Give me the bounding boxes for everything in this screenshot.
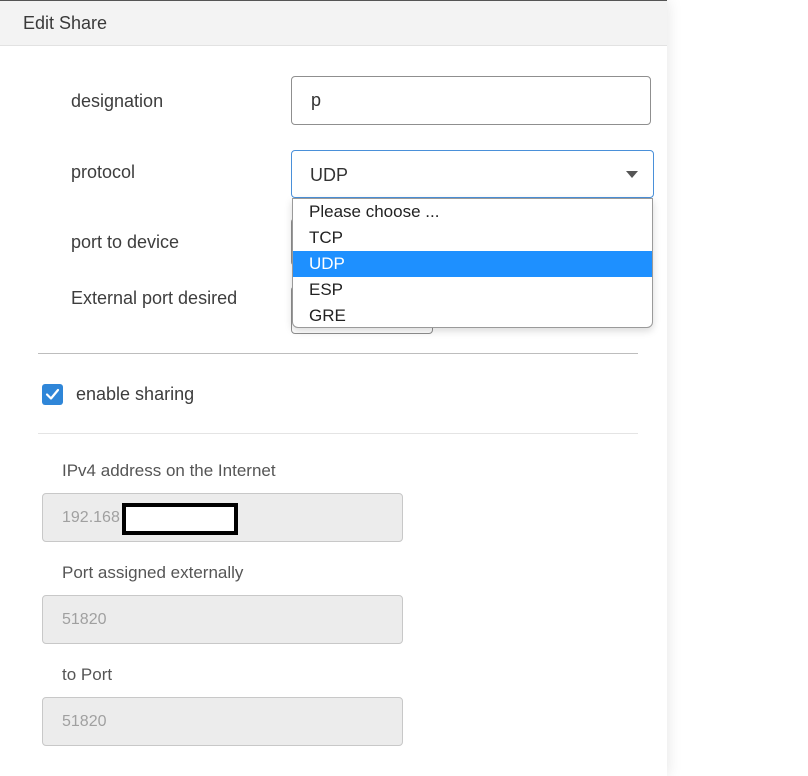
section-divider [38,353,638,354]
protocol-dropdown-list: Please choose ... TCP UDP ESP GRE [292,198,653,328]
designation-value: p [311,90,322,110]
designation-input[interactable]: p [291,76,651,125]
panel-title: Edit Share [23,13,108,33]
protocol-selected-value: UDP [310,165,349,185]
protocol-option-tcp[interactable]: TCP [293,225,652,251]
protocol-option-esp[interactable]: ESP [293,277,652,303]
protocol-option-please-choose[interactable]: Please choose ... [293,199,652,225]
to-port-field: 51820 [42,697,403,746]
to-port-label: to Port [62,665,113,684]
enable-sharing-label: enable sharing [76,384,195,404]
protocol-option-gre[interactable]: GRE [293,303,652,329]
external-port-desired-label: External port desired [71,288,238,308]
enable-sharing-checkbox[interactable] [42,384,63,405]
port-assigned-externally-label: Port assigned externally [62,563,244,582]
port-assigned-externally-field: 51820 [42,595,403,644]
to-port-value: 51820 [62,713,107,730]
redaction-box [122,503,238,535]
ipv4-address-value: 192.168 [62,509,120,526]
port-to-device-label: port to device [71,232,180,252]
checkmark-icon [45,388,60,400]
panel-header: Edit Share [0,0,667,46]
section-divider-light [38,433,638,434]
chevron-down-icon[interactable] [626,171,638,178]
edit-share-panel: Edit Share designation p protocol UDP po… [0,0,667,776]
designation-label: designation [71,91,164,111]
protocol-select[interactable]: UDP [291,150,654,198]
ipv4-address-label: IPv4 address on the Internet [62,461,276,480]
port-assigned-externally-value: 51820 [62,611,107,628]
protocol-label: protocol [71,162,136,182]
protocol-option-udp[interactable]: UDP [293,251,652,277]
